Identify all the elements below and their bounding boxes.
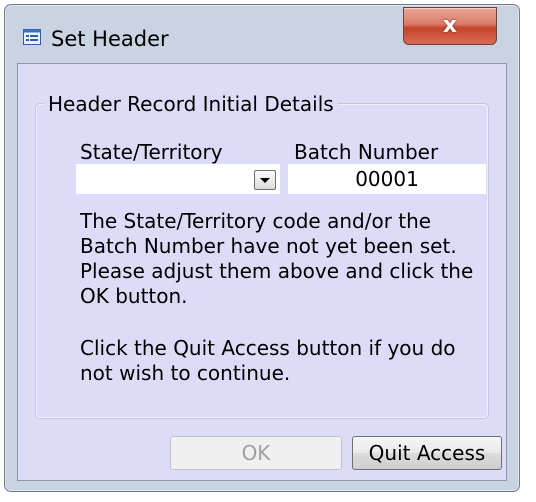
form-icon [23,29,41,45]
state-dropdown-button[interactable] [254,170,276,190]
batch-number-label: Batch Number [294,140,439,164]
quit-access-button[interactable]: Quit Access [352,436,502,470]
window-title: Set Header [51,27,169,51]
close-button[interactable]: x [403,7,497,45]
instruction-message: The State/Territory code and/or the Batc… [80,209,474,308]
dialog-window: Set Header x Header Record Initial Detai… [4,4,520,492]
close-icon: x [442,13,458,38]
state-territory-label: State/Territory [80,140,223,164]
batch-number-input[interactable] [288,164,486,194]
state-territory-combo[interactable] [76,164,280,194]
group-legend: Header Record Initial Details [44,92,338,116]
title-bar[interactable]: Set Header x [5,5,519,63]
ok-button[interactable]: OK [170,436,342,470]
quit-hint-message: Click the Quit Access button if you do n… [80,336,456,385]
dialog-body: Header Record Initial Details State/Terr… [17,63,507,481]
dropdown-arrow-icon [260,177,270,183]
